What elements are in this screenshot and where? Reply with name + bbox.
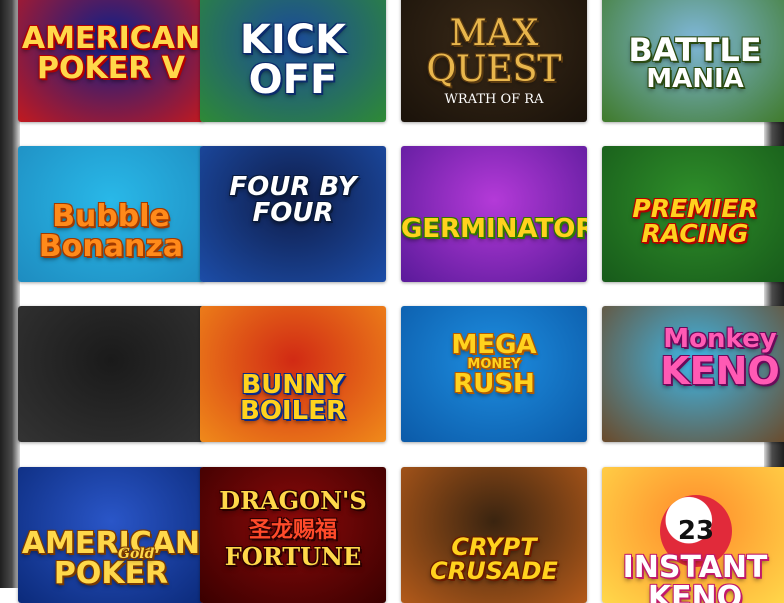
game-tile-instant-keno[interactable]: 23 INSTANT KENO: [602, 467, 784, 603]
game-tile-four-by-four[interactable]: FOUR BY FOUR: [200, 146, 386, 282]
game-tile-germinator[interactable]: GERMINATOR: [401, 146, 587, 282]
game-title: Monkey KENO: [660, 324, 780, 393]
tile-artwork: [18, 306, 204, 442]
game-tile-dragons-fortune[interactable]: DRAGON'S 圣龙赐福 FORTUNE: [200, 467, 386, 603]
chinese-title: 圣龙赐福: [248, 517, 337, 543]
game-title: KICK OFF: [239, 17, 347, 103]
game-title: MAX QUEST: [426, 13, 562, 90]
game-title: MEGA MONEY RUSH: [451, 330, 537, 399]
game-tile-crypt-crusade[interactable]: CRYPT CRUSADE: [401, 467, 587, 603]
game-tile-bubble-bonanza[interactable]: Bubble Bonanza: [18, 146, 204, 282]
game-tile-max-quest[interactable]: MAX QUEST WRATH OF RA: [401, 0, 587, 122]
game-tile-premier-racing[interactable]: PREMIER RACING: [602, 146, 784, 282]
game-tile-mega-money-rush[interactable]: MEGA MONEY RUSH: [401, 306, 587, 442]
game-tile-battle-mania[interactable]: BATTLE MANIA: [602, 0, 784, 122]
game-tile-monkey-keno[interactable]: Monkey KENO: [602, 306, 784, 442]
game-title: DRAGON'S 圣龙赐福 FORTUNE: [200, 489, 386, 569]
game-title: PREMIER RACING: [632, 194, 758, 248]
game-title: BATTLE MANIA: [628, 31, 762, 94]
game-tile-american-gold-poker[interactable]: AMERICAN Gold POKER: [18, 467, 204, 603]
game-title: BUNNY BOILER: [240, 370, 346, 426]
game-title: GERMINATOR: [401, 214, 587, 244]
game-tile-kick-off[interactable]: KICK OFF: [200, 0, 386, 122]
game-title: AMERICAN Gold POKER: [21, 526, 201, 591]
screen-bezel-left: [0, 0, 20, 588]
game-tile-american-poker-v[interactable]: AMERICAN POKER V: [18, 0, 204, 122]
game-title: CRYPT CRUSADE: [430, 533, 558, 585]
game-subtitle: WRATH OF RA: [444, 92, 544, 107]
game-title: INSTANT KENO: [622, 550, 768, 603]
game-title: AMERICAN POKER V: [21, 21, 201, 86]
game-title: Bubble Bonanza: [38, 199, 184, 264]
game-tile-hexa[interactable]: [18, 306, 204, 442]
game-title: FOUR BY FOUR: [229, 172, 357, 228]
gold-badge: Gold: [118, 546, 155, 562]
game-tile-bunny-boiler[interactable]: BUNNY BOILER: [200, 306, 386, 442]
